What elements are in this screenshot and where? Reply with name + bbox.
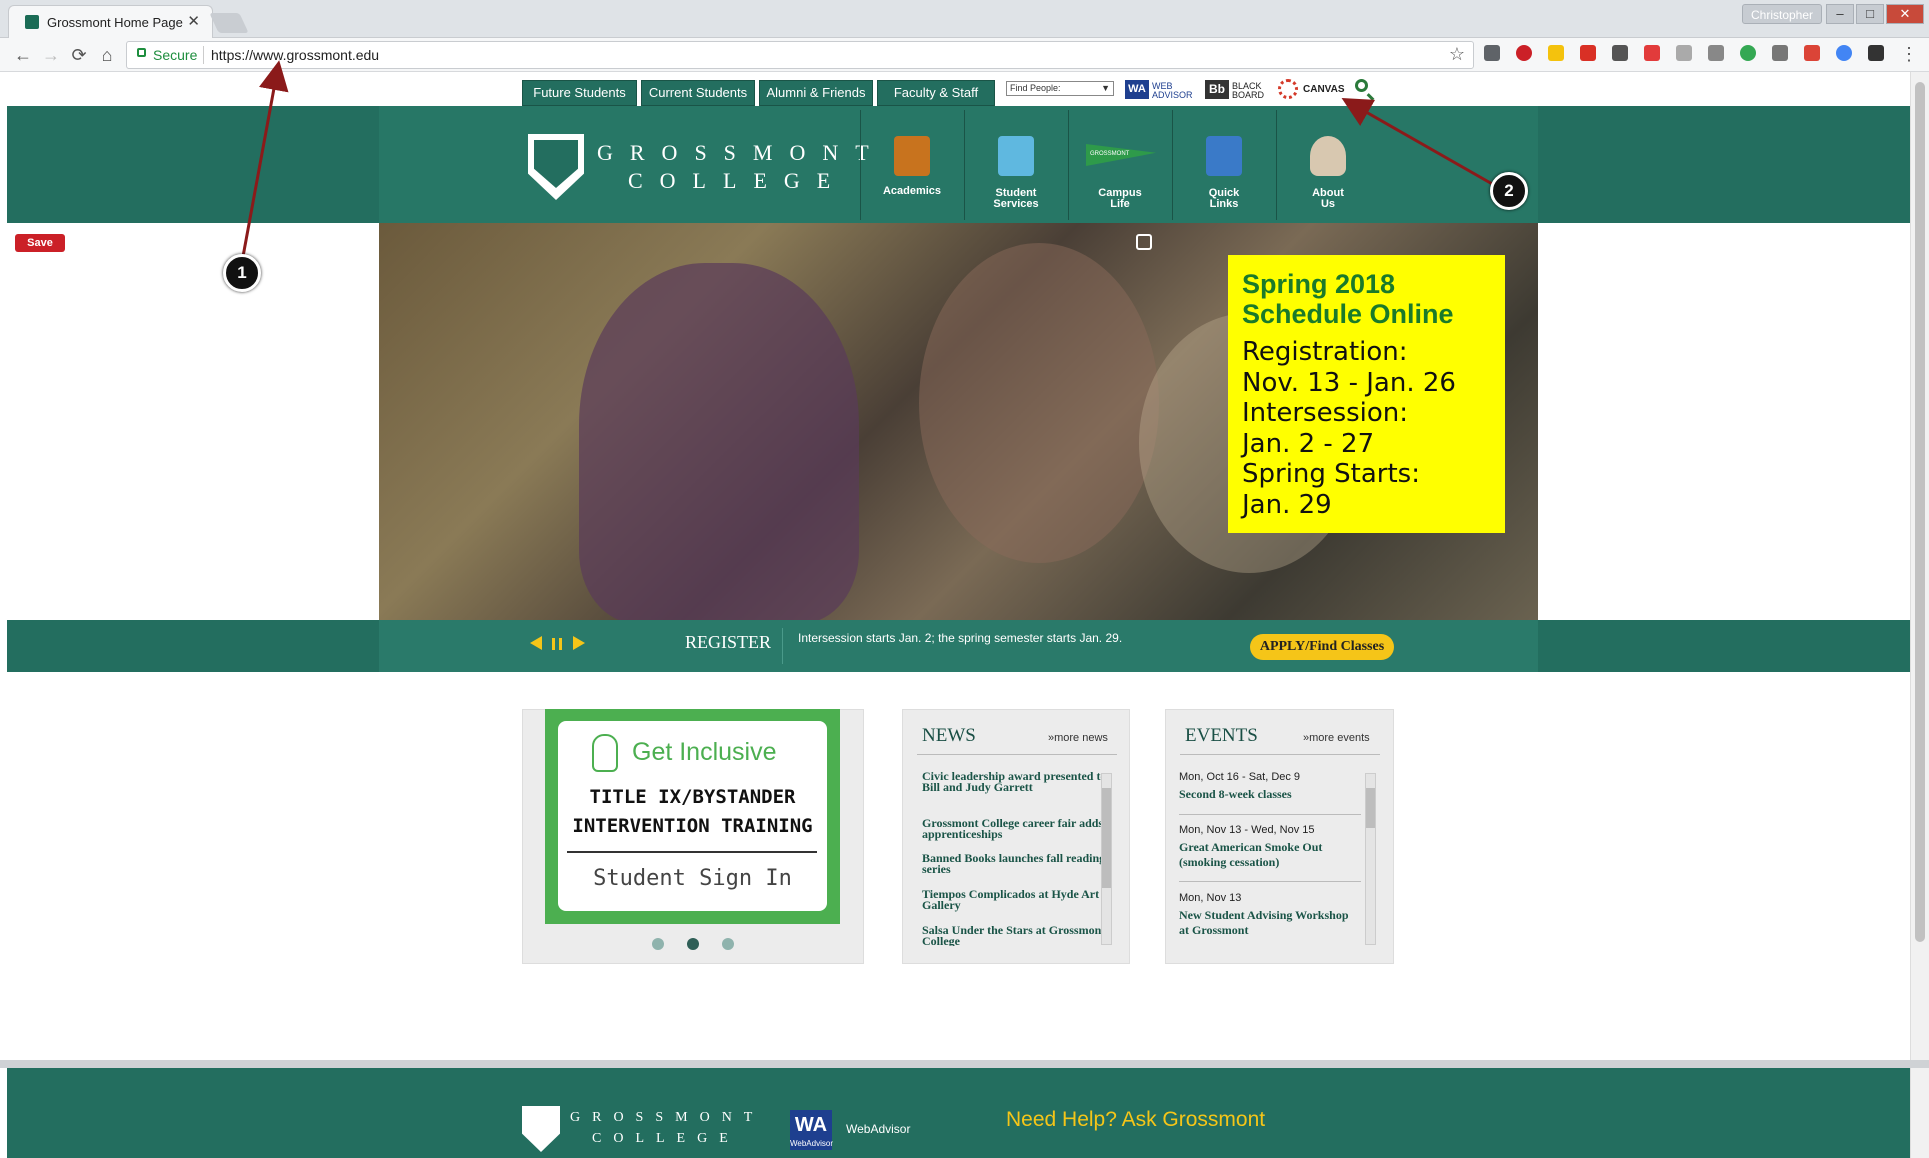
annotation-arrow-2 [1341,98,1495,187]
annotation-callout-1: 1 [223,254,261,292]
annotation-arrow-1 [240,60,289,263]
annotation-arrows [240,60,1495,263]
annotation-callout-2: 2 [1490,172,1528,210]
